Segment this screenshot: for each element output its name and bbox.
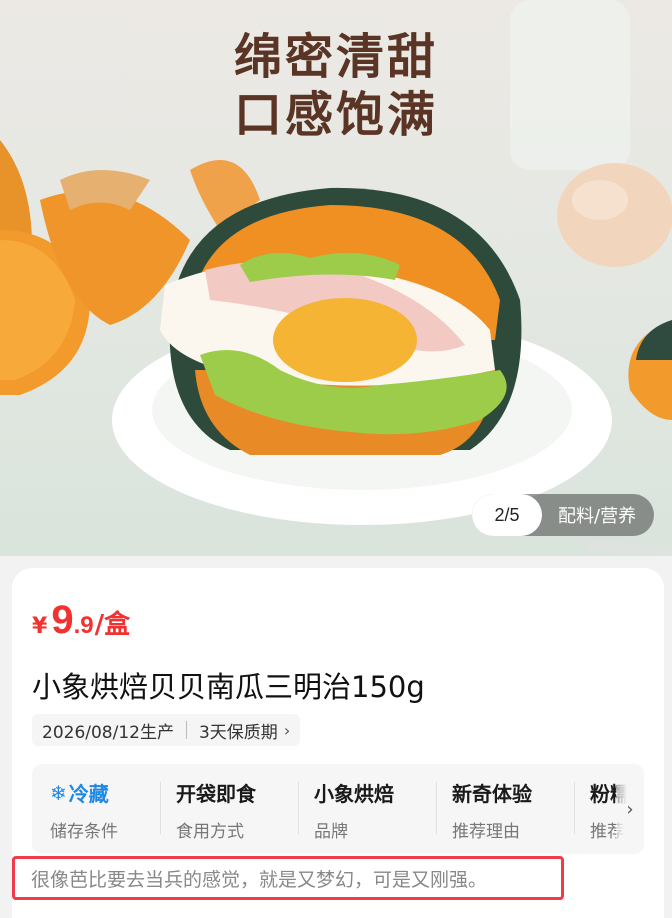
attribute-value: 小象烘焙 [314,782,394,806]
divider [185,721,187,739]
chevron-right-icon: › [283,720,291,740]
image-page-indicator: 2/5 [472,494,542,536]
price-currency: ¥ [32,614,48,639]
attribute-usage: 开袋即食 食用方式 [176,778,256,842]
price-decimal: .9 [73,612,94,639]
highlighted-review-quote: 很像芭比要去当兵的感觉，就是又梦幻，可是又刚强。 [12,856,564,900]
attribute-label: 食用方式 [176,822,244,842]
price-integer: 9 [51,598,74,642]
divider [160,782,161,834]
attribute-brand: 小象烘焙 品牌 [314,778,394,842]
hero-headline-line2: 口感饱满 [233,87,438,143]
shelf-life-info[interactable]: 2026/08/12生产 3天保质期 › [32,714,301,746]
hero-headline-line1: 绵密清甜 [233,29,438,85]
divider [436,782,437,834]
product-info-card: ¥ 9 .9 /盒 小象烘焙贝贝南瓜三明治150g 2026/08/12生产 3… [12,568,664,918]
price: ¥ 9 .9 /盒 [32,598,130,643]
product-attributes[interactable]: ❄ 冷藏 储存条件 开袋即食 食用方式 小象烘焙 品牌 新奇体验 推荐理由 粉糯… [32,764,644,854]
shelf-life: 3天保质期 [198,722,278,743]
ingredients-nutrition-link[interactable]: 配料/营养 [542,502,636,528]
attribute-value: 开袋即食 [176,782,256,806]
attribute-label: 推荐理由 [452,822,520,842]
attribute-label: 储存条件 [50,822,118,842]
attribute-value: 新奇体验 [452,782,532,806]
production-date: 2026/08/12生产 [42,722,174,743]
attribute-label: 品牌 [314,822,348,842]
attribute-storage: ❄ 冷藏 储存条件 [50,778,118,843]
snowflake-icon: ❄ [50,780,67,805]
chevron-right-icon[interactable]: › [616,764,644,854]
divider [574,782,575,834]
divider [298,782,299,834]
product-image-carousel[interactable]: 绵密清甜 口感饱满 2/5 配料/营养 [0,0,672,556]
image-pager[interactable]: 2/5 配料/营养 [472,494,655,536]
product-title: 小象烘焙贝贝南瓜三明治150g [32,670,425,704]
attribute-recommend: 新奇体验 推荐理由 [452,778,532,842]
price-unit: /盒 [94,610,131,640]
attribute-value: 冷藏 [68,782,109,806]
